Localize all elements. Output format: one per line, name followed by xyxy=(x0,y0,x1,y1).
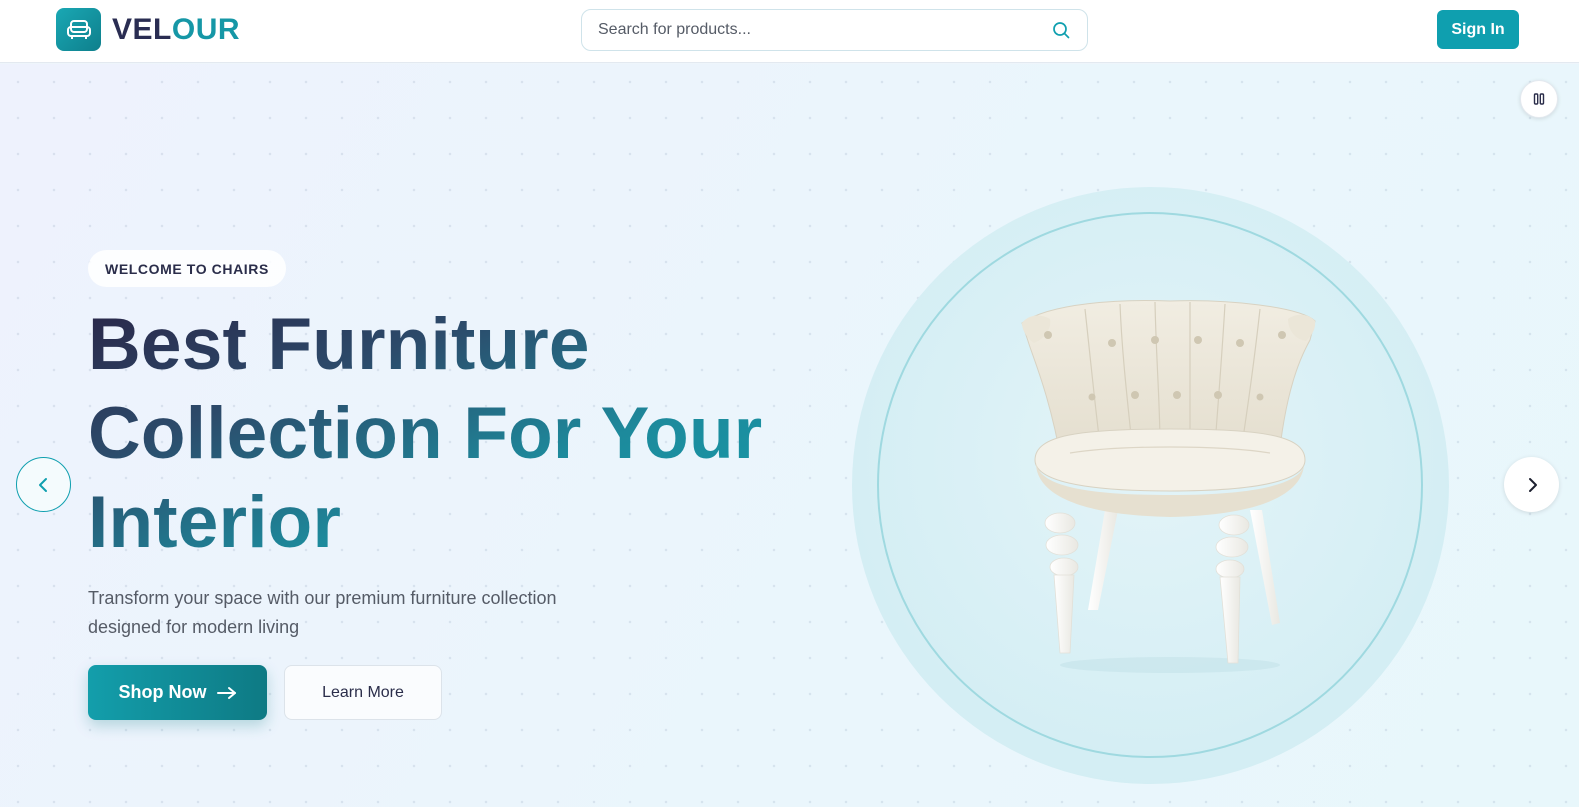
site-header: VELOUR Sign In xyxy=(0,0,1579,63)
search-input[interactable] xyxy=(598,21,1051,39)
arrow-right-icon xyxy=(216,686,236,699)
hero-headline: Best Furniture Collection For Your Inter… xyxy=(88,300,808,567)
brand-name-part1: VEL xyxy=(112,13,172,46)
search-icon[interactable] xyxy=(1051,20,1071,40)
brand-name-part2: OUR xyxy=(171,13,241,46)
headline-line-2: Collection For Your xyxy=(88,393,763,474)
welcome-badge: WELCOME TO CHAIRS xyxy=(88,250,286,287)
headline-line-1: Best Furniture xyxy=(88,304,590,385)
next-slide-button[interactable] xyxy=(1504,457,1559,512)
learn-more-button[interactable]: Learn More xyxy=(284,665,442,720)
sofa-icon xyxy=(66,19,91,39)
logo-badge[interactable] xyxy=(56,8,101,51)
shop-now-button[interactable]: Shop Now xyxy=(88,665,267,720)
slideshow-pause-button[interactable] xyxy=(1520,80,1558,118)
chevron-right-icon xyxy=(1528,477,1537,492)
pause-icon xyxy=(1533,93,1545,105)
brand-name[interactable]: VELOUR xyxy=(112,12,240,48)
hero-description: Transform your space with our premium fu… xyxy=(88,588,557,637)
previous-slide-button[interactable] xyxy=(16,457,71,512)
headline-line-3: Interior xyxy=(88,482,342,563)
armchair-image xyxy=(1021,300,1316,673)
search-bar xyxy=(581,9,1088,51)
sign-in-button[interactable]: Sign In xyxy=(1437,10,1519,49)
shop-now-label: Shop Now xyxy=(118,682,207,702)
chevron-left-icon xyxy=(38,477,47,492)
